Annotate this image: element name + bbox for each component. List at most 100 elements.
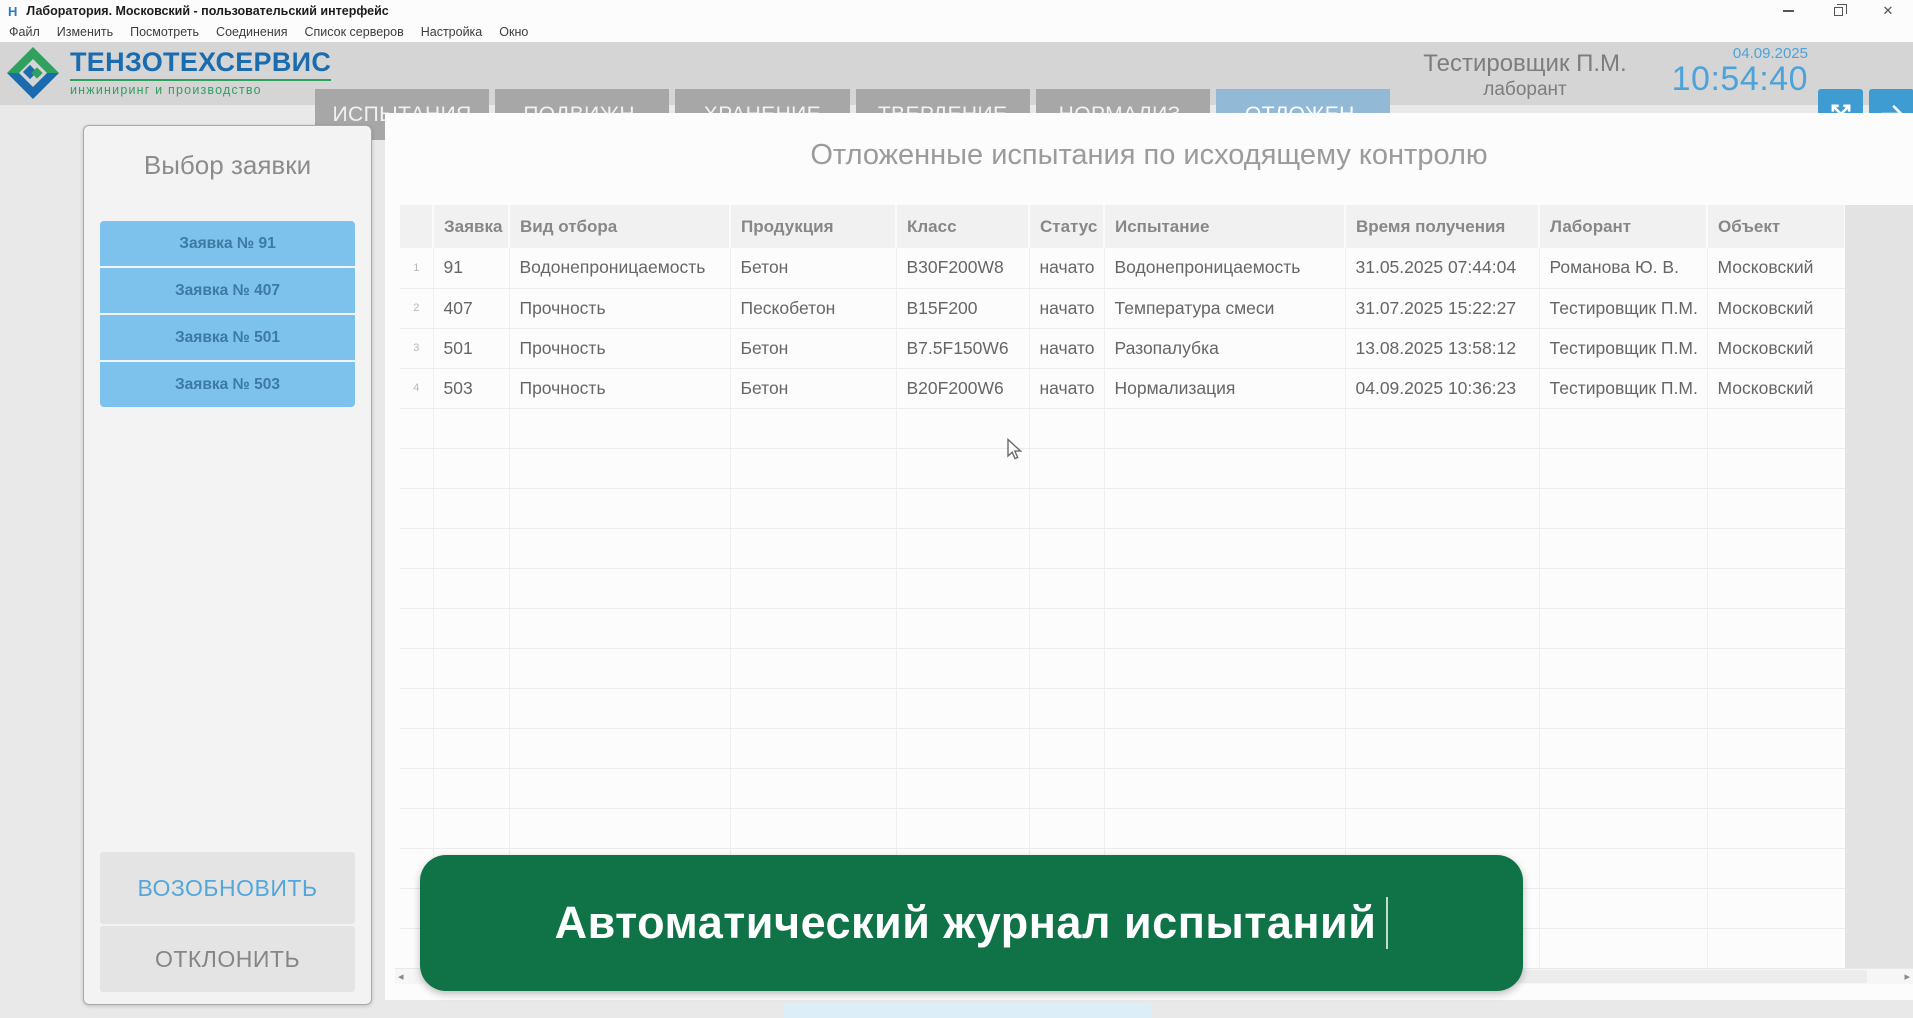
table-cell: Водонепроницаемость	[509, 248, 730, 288]
empty-cell	[1707, 808, 1845, 848]
current-user: Тестировщик П.М. лаборант	[1395, 49, 1655, 101]
logo-name: ТЕНЗОТЕХСЕРВИС	[70, 49, 331, 76]
empty-cell	[433, 808, 509, 848]
empty-cell	[1029, 688, 1104, 728]
empty-cell	[1539, 728, 1707, 768]
menu-item-server-list[interactable]: Список серверов	[305, 25, 404, 39]
empty-cell	[1539, 928, 1707, 968]
column-header[interactable]: Лаборант	[1539, 205, 1707, 248]
column-header[interactable]: Испытание	[1104, 205, 1345, 248]
menu-item-file[interactable]: Файл	[9, 25, 40, 39]
table-row[interactable]: 3501ПрочностьБетонB7.5F150W6начатоРазопа…	[400, 328, 1845, 368]
request-item[interactable]: Заявка № 503	[100, 362, 355, 407]
empty-cell	[433, 568, 509, 608]
column-header[interactable]: Вид отбора	[509, 205, 730, 248]
empty-cell	[896, 728, 1029, 768]
table-row[interactable]: 191ВодонепроницаемостьБетонB30F200W8нача…	[400, 248, 1845, 288]
empty-cell	[1104, 448, 1345, 488]
column-header[interactable]: Заявка	[433, 205, 509, 248]
empty-cell	[1104, 768, 1345, 808]
resume-button[interactable]: ВОЗОБНОВИТЬ	[100, 852, 355, 924]
empty-cell	[896, 528, 1029, 568]
empty-cell	[1029, 408, 1104, 448]
empty-cell	[1539, 528, 1707, 568]
empty-cell	[1104, 688, 1345, 728]
empty-cell	[1029, 808, 1104, 848]
table-cell: Прочность	[509, 288, 730, 328]
empty-cell	[1707, 848, 1845, 888]
empty-cell	[1707, 568, 1845, 608]
text-caret	[1386, 897, 1388, 949]
table-cell: Пескобетон	[730, 288, 896, 328]
column-header[interactable]: Статус	[1029, 205, 1104, 248]
empty-cell	[1539, 648, 1707, 688]
empty-cell	[1345, 648, 1539, 688]
overlay-banner: Автоматический журнал испытаний	[420, 855, 1523, 991]
table-row[interactable]: 4503ПрочностьБетонB20F200W6начатоНормали…	[400, 368, 1845, 408]
user-name: Тестировщик П.М.	[1395, 49, 1655, 78]
empty-cell	[1029, 608, 1104, 648]
menu-item-view[interactable]: Посмотреть	[130, 25, 199, 39]
menu-item-window[interactable]: Окно	[499, 25, 528, 39]
table-header-row: ЗаявкаВид отбораПродукцияКлассСтатусИспы…	[400, 205, 1845, 248]
request-item[interactable]: Заявка № 501	[100, 315, 355, 360]
table-cell: 31.05.2025 07:44:04	[1345, 248, 1539, 288]
empty-table-row	[400, 728, 1845, 768]
logo-subtitle: инжиниринг и производство	[70, 79, 331, 97]
scroll-left-icon[interactable]: ◂	[398, 970, 404, 984]
empty-cell	[509, 728, 730, 768]
empty-cell	[400, 448, 433, 488]
empty-cell	[433, 608, 509, 648]
scroll-right-icon[interactable]: ▸	[1904, 970, 1910, 984]
empty-cell	[730, 528, 896, 568]
empty-cell	[1707, 528, 1845, 568]
scrollbar-thumb[interactable]	[1518, 970, 1867, 983]
empty-cell	[1539, 808, 1707, 848]
menu-item-settings[interactable]: Настройка	[421, 25, 483, 39]
empty-cell	[400, 648, 433, 688]
column-header[interactable]: Класс	[896, 205, 1029, 248]
table-cell: Температура смеси	[1104, 288, 1345, 328]
menu-item-edit[interactable]: Изменить	[57, 25, 113, 39]
restore-button[interactable]	[1813, 0, 1863, 22]
empty-cell	[509, 408, 730, 448]
row-number: 3	[400, 328, 433, 368]
empty-cell	[1029, 448, 1104, 488]
empty-table-row	[400, 408, 1845, 448]
empty-cell	[896, 408, 1029, 448]
empty-cell	[896, 568, 1029, 608]
user-role: лаборант	[1395, 78, 1655, 101]
empty-cell	[730, 688, 896, 728]
column-header[interactable]: Время получения	[1345, 205, 1539, 248]
empty-cell	[896, 448, 1029, 488]
bottom-caption-box	[783, 1003, 1151, 1018]
empty-cell	[1539, 768, 1707, 808]
table-row[interactable]: 2407ПрочностьПескобетонB15F200начатоТемп…	[400, 288, 1845, 328]
table-cell: 04.09.2025 10:36:23	[1345, 368, 1539, 408]
minimize-button[interactable]	[1763, 0, 1813, 22]
empty-cell	[1539, 408, 1707, 448]
table-cell: B20F200W6	[896, 368, 1029, 408]
table-cell: начато	[1029, 248, 1104, 288]
request-item[interactable]: Заявка № 91	[100, 221, 355, 266]
empty-cell	[1345, 688, 1539, 728]
column-header[interactable]: Продукция	[730, 205, 896, 248]
empty-cell	[509, 808, 730, 848]
column-header[interactable]: Объект	[1707, 205, 1845, 248]
empty-cell	[400, 768, 433, 808]
empty-cell	[896, 488, 1029, 528]
row-number: 4	[400, 368, 433, 408]
logo-text: ТЕНЗОТЕХСЕРВИС инжиниринг и производство	[70, 49, 331, 97]
menu-item-connections[interactable]: Соединения	[216, 25, 287, 39]
close-button[interactable]: ✕	[1863, 0, 1913, 22]
column-header-rownum[interactable]	[400, 205, 433, 248]
empty-cell	[433, 448, 509, 488]
table-cell: Тестировщик П.М.	[1539, 328, 1707, 368]
empty-cell	[1345, 768, 1539, 808]
request-item[interactable]: Заявка № 407	[100, 268, 355, 313]
decline-button[interactable]: ОТКЛОНИТЬ	[100, 926, 355, 992]
table-cell: Тестировщик П.М.	[1539, 368, 1707, 408]
empty-cell	[1345, 808, 1539, 848]
table-cell: начато	[1029, 368, 1104, 408]
current-date: 04.09.2025	[1640, 46, 1808, 61]
